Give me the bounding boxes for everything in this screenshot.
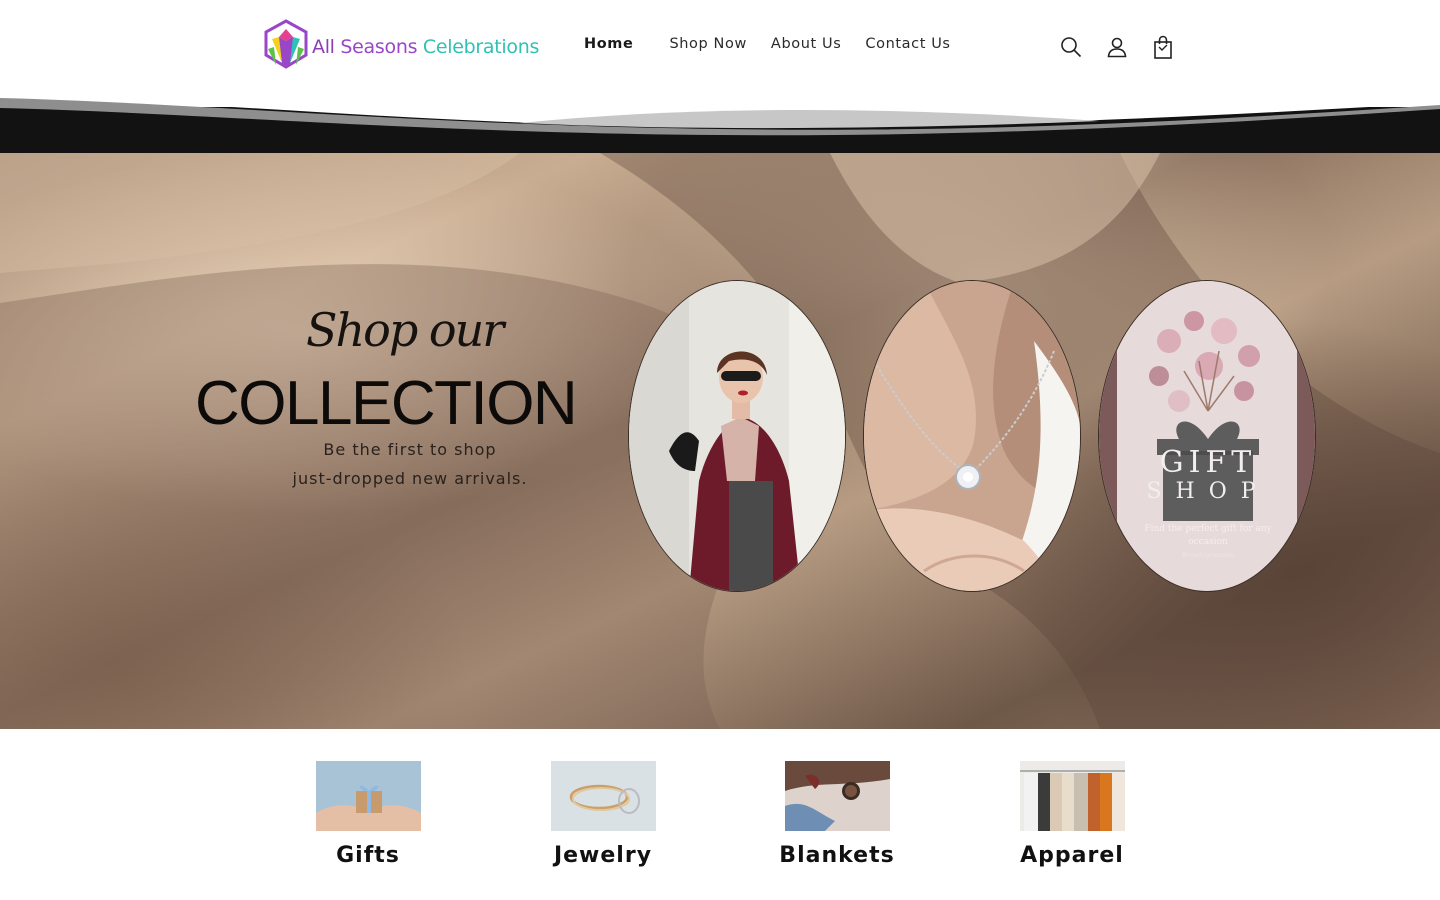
hero-tile-fashion[interactable] bbox=[628, 280, 846, 592]
header-wave-divider bbox=[0, 95, 1440, 155]
gift-shop-title-1: GIFT bbox=[1159, 445, 1257, 480]
gifts-thumbnail bbox=[315, 761, 421, 831]
hero-subtitle-line-2: just-dropped new arrivals. bbox=[292, 469, 528, 488]
hero-tile-necklace[interactable] bbox=[863, 280, 1081, 592]
hero-subtitle-line-1: Be the first to shop bbox=[323, 440, 497, 459]
gift-shop-title-2: SHOP bbox=[1146, 479, 1270, 504]
category-gifts[interactable]: Gifts bbox=[288, 761, 448, 868]
brand-logo[interactable]: All Seasons Celebrations bbox=[262, 18, 539, 72]
nav-shop-now[interactable]: Shop Now bbox=[657, 36, 758, 52]
category-label-apparel: Apparel bbox=[1020, 843, 1124, 868]
category-label-blankets: Blankets bbox=[779, 843, 895, 868]
account-icon[interactable] bbox=[1104, 33, 1130, 61]
category-label-gifts: Gifts bbox=[336, 843, 400, 868]
hero-kicker: Shop our bbox=[306, 303, 504, 357]
hero-tile-gift-shop[interactable]: GIFT SHOP Find the perfect gift for any … bbox=[1098, 280, 1316, 592]
necklace-image bbox=[864, 281, 1080, 591]
search-icon[interactable] bbox=[1058, 33, 1084, 61]
site-header: All Seasons Celebrations Home Shop Now A… bbox=[0, 0, 1440, 98]
header-actions bbox=[1058, 33, 1176, 61]
category-apparel[interactable]: Apparel bbox=[992, 761, 1152, 868]
main-nav: Home Shop Now About Us Contact Us bbox=[572, 36, 963, 52]
cart-icon[interactable] bbox=[1150, 33, 1176, 61]
brand-name: All Seasons Celebrations bbox=[312, 36, 540, 58]
apparel-thumbnail bbox=[1019, 761, 1125, 831]
fashion-woman-image bbox=[629, 281, 845, 591]
blankets-thumbnail bbox=[784, 761, 890, 831]
category-label-jewelry: Jewelry bbox=[553, 843, 653, 868]
jewelry-thumbnail bbox=[550, 761, 656, 831]
hero-subtitle: Be the first to shop just-dropped new ar… bbox=[150, 435, 670, 493]
nav-home[interactable]: Home bbox=[572, 36, 645, 52]
hero-title: COLLECTION bbox=[195, 369, 578, 438]
nav-about-us[interactable]: About Us bbox=[759, 36, 853, 52]
hero-banner: Shop our COLLECTION Be the first to shop… bbox=[0, 153, 1440, 729]
diamond-logo-icon bbox=[264, 19, 308, 69]
category-jewelry[interactable]: Jewelry bbox=[523, 761, 683, 868]
gift-shop-handle: #reallygreatsite bbox=[1181, 551, 1235, 559]
nav-contact-us[interactable]: Contact Us bbox=[853, 36, 962, 52]
gift-shop-caption: Find the perfect gift for any occasion bbox=[1144, 524, 1272, 547]
category-blankets[interactable]: Blankets bbox=[757, 761, 917, 868]
